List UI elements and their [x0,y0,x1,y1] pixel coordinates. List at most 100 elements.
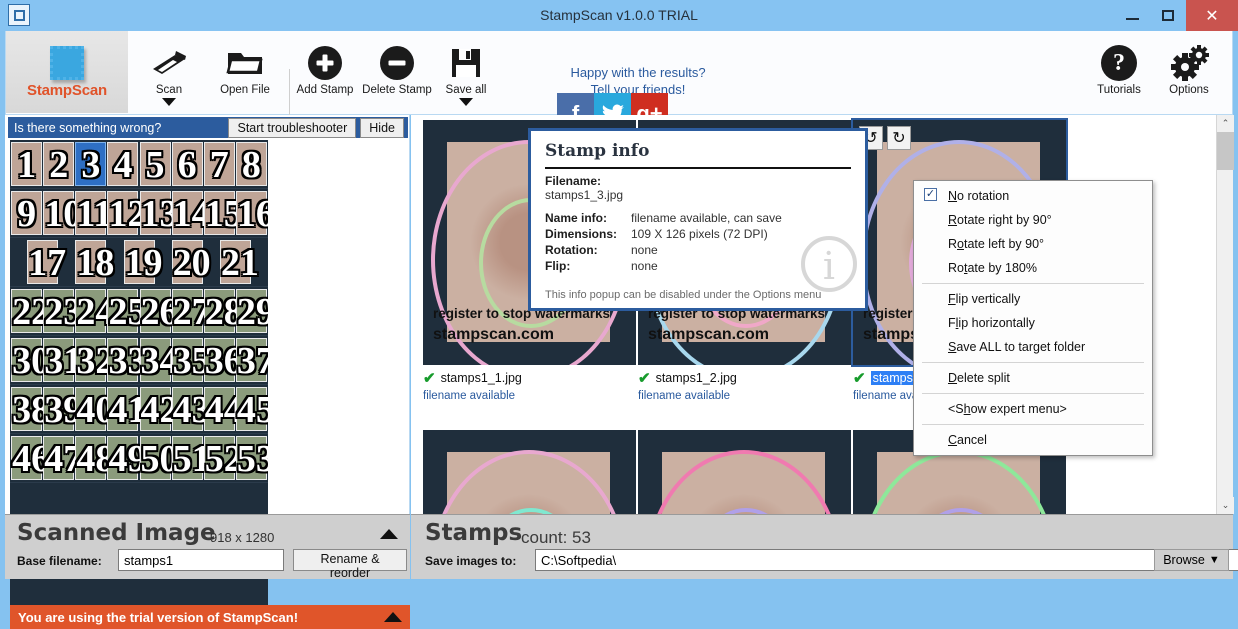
context-menu-item[interactable]: Cancel [914,428,1152,452]
scan-preview-cell[interactable]: 13 [139,191,179,235]
scan-preview-cell[interactable]: 10 [43,191,82,235]
scan-preview-cell[interactable]: 29 [235,289,268,333]
scan-preview-cell[interactable]: 53 [235,436,268,480]
main-vertical-scrollbar[interactable]: ⌃ ⌄ [1216,115,1234,514]
scan-preview-cell[interactable]: 21 [219,240,259,284]
scan-preview-cell[interactable]: 31 [43,338,82,382]
scan-preview-cell[interactable]: 44 [203,387,243,431]
scroll-up-arrow-icon[interactable]: ⌃ [1217,115,1234,132]
stamp-info-name-info-value: filename available, can save [631,211,782,225]
scan-preview-cell[interactable]: 51 [171,436,211,480]
context-menu-item[interactable]: <Show expert menu> [914,397,1152,421]
stamp-thumbnail[interactable] [423,430,636,514]
scan-preview-cell[interactable]: 1 [11,142,43,186]
rename-reorder-button[interactable]: Rename & reorder [293,549,407,580]
scan-preview-cell[interactable]: 27 [171,289,211,333]
context-menu-item[interactable]: Rotate left by 90° [914,232,1152,256]
maximize-button[interactable] [1150,0,1186,31]
scan-preview-cell[interactable]: 3 [75,142,107,186]
scan-preview-cell[interactable]: 17 [27,240,66,284]
scan-preview-cell[interactable]: 47 [43,436,82,480]
stamp-thumbnail-image[interactable] [638,430,851,514]
browse-button[interactable]: Browse ▼ [1154,549,1229,571]
scan-preview-cell[interactable]: 36 [203,338,243,382]
scan-preview-cell[interactable]: 23 [43,289,82,333]
scan-preview-cell[interactable]: 38 [11,387,50,431]
scan-preview-cell[interactable]: 19 [123,240,163,284]
toolbar-button-delete-stamp[interactable]: Delete Stamp [358,35,436,113]
scan-preview-cell[interactable]: 34 [139,338,179,382]
toolbar-button-scan[interactable]: Scan [134,35,204,113]
scan-preview-cell[interactable]: 26 [139,289,179,333]
start-troubleshooter-button[interactable]: Start troubleshooter [228,117,357,138]
scan-preview-cell[interactable]: 25 [107,289,146,333]
close-button[interactable]: ✕ [1186,0,1238,31]
scan-preview-cell[interactable]: 2 [43,142,75,186]
scan-preview-cell[interactable]: 24 [75,289,114,333]
context-menu-item[interactable]: Rotate right by 90° [914,208,1152,232]
scan-preview-cell[interactable]: 11 [75,191,112,235]
scan-preview-cell[interactable]: 37 [235,338,268,382]
stamp-thumbnail-image[interactable] [423,430,636,514]
trial-banner-text: You are using the trial version of Stamp… [18,609,299,625]
toolbar-label-scan: Scan [155,84,183,96]
context-menu-separator [922,283,1144,284]
toolbar-button-save-all[interactable]: Save all [435,35,497,113]
scan-preview-cell[interactable]: 43 [171,387,211,431]
scan-preview-cell[interactable]: 42 [139,387,179,431]
trial-banner[interactable]: You are using the trial version of Stamp… [10,605,410,629]
scan-preview-cell[interactable]: 16 [235,191,268,235]
save-all-dropdown-caret-icon[interactable] [459,98,473,106]
context-menu-item[interactable]: Flip vertically [914,287,1152,311]
toolbar-label-delete-stamp: Delete Stamp [362,84,432,96]
scan-preview-cell[interactable]: 8 [235,142,267,186]
scan-preview-cell[interactable]: 9 [11,191,43,235]
stamp-thumbnail[interactable] [638,430,851,514]
thumbnail-filename[interactable]: stamps1_2.jpg [656,371,737,385]
base-filename-input[interactable] [118,549,284,571]
scan-preview-cell[interactable]: 48 [75,436,114,480]
scan-preview-cell[interactable]: 52 [203,436,243,480]
triangle-up-icon[interactable] [384,612,402,622]
minimize-button[interactable] [1114,0,1150,31]
context-menu-item[interactable]: Save ALL to target folder [914,335,1152,359]
scan-preview-cell[interactable]: 41 [107,387,146,431]
scan-preview-cell[interactable]: 46 [11,436,50,480]
rotate-right-icon[interactable]: ↻ [887,126,911,150]
scan-preview-cell[interactable]: 33 [107,338,146,382]
context-menu-item[interactable]: ✓ No rotation [914,184,1152,208]
scan-preview-cell[interactable]: 30 [11,338,50,382]
scan-preview-cell[interactable]: 4 [107,142,139,186]
scan-preview-cell[interactable]: 45 [235,387,268,431]
scan-preview-cell[interactable]: 7 [203,142,235,186]
scan-preview-cell[interactable]: 5 [139,142,171,186]
toolbar-button-open-file[interactable]: Open File [206,35,284,113]
toolbar-button-add-stamp[interactable]: Add Stamp [294,35,356,113]
context-menu-item[interactable]: Flip horizontally [914,311,1152,335]
context-menu-item[interactable]: Rotate by 180% [914,256,1152,280]
scan-preview-cell[interactable]: 32 [75,338,114,382]
scan-preview-cell[interactable]: 6 [171,142,203,186]
scan-preview-cell[interactable]: 14 [171,191,211,235]
scan-preview-cell[interactable]: 49 [107,436,146,480]
scan-preview-cell[interactable]: 15 [203,191,243,235]
scan-preview-cell[interactable]: 40 [75,387,114,431]
scan-preview-cell[interactable]: 22 [11,289,50,333]
thumbnail-filename[interactable]: stamps1_1.jpg [441,371,522,385]
toolbar-button-options[interactable]: Options [1154,35,1224,113]
save-path-input[interactable] [535,549,1238,571]
scan-preview-cell[interactable]: 12 [107,191,146,235]
scan-preview-cell[interactable]: 39 [43,387,82,431]
scrollbar-thumb[interactable] [1217,132,1234,170]
scan-dropdown-caret-icon[interactable] [162,98,176,106]
scan-preview-cell[interactable]: 18 [75,240,114,284]
scan-preview-cell[interactable]: 50 [139,436,179,480]
scan-preview-cell[interactable]: 35 [171,338,211,382]
scan-preview-cell[interactable]: 20 [171,240,211,284]
context-menu-item[interactable]: Delete split [914,366,1152,390]
toolbar-button-tutorials[interactable]: ? Tutorials [1084,35,1154,113]
scan-preview-cell[interactable]: 28 [203,289,243,333]
collapse-scanned-panel-icon[interactable] [380,529,398,539]
scroll-down-arrow-icon[interactable]: ⌄ [1217,497,1234,514]
hide-troubleshooter-button[interactable]: Hide [360,117,404,138]
